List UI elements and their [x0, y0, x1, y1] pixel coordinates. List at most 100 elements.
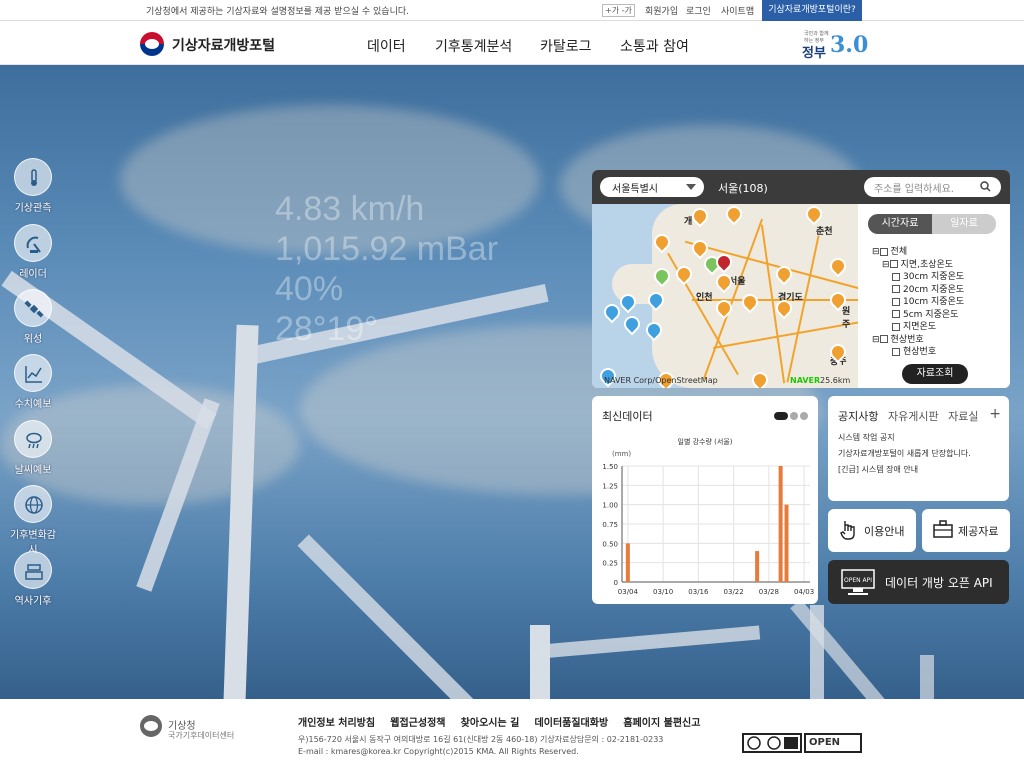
naver-logo: NAVER [790, 376, 821, 385]
map-label-incheon: 인천 [696, 293, 713, 303]
footer-address: 우)156-720 서울시 동작구 여의대방로 16길 61(신대방 2동 46… [298, 735, 664, 744]
map-toolbar: 서울특별시 서울(108) 주소를 입력하세요. [592, 170, 1010, 204]
footer-quality-link[interactable]: 데이터품질대화방 [535, 718, 609, 729]
latest-data-title: 최신데이터 [602, 410, 653, 423]
sidebar-item-climate-watch[interactable]: 기후변화감시 [10, 485, 56, 556]
footer-directions-link[interactable]: 찾아오시는 길 [461, 718, 520, 729]
top-notice: 기상청에서 제공하는 기상자료와 설명정보를 제공 받으실 수 있습니다. [146, 7, 410, 17]
station-label: 서울(108) [718, 182, 768, 195]
sidebar-item-observation[interactable]: 기상관측 [10, 158, 56, 214]
x-tick-label: 03/16 [688, 588, 709, 596]
tab-notice[interactable]: 공지사항 [838, 410, 878, 423]
creative-commons-icon [742, 733, 802, 753]
weather-humidity: 40% [275, 270, 344, 308]
tree-item[interactable]: 30cm 지중온도 [872, 271, 964, 284]
tree-item[interactable]: 현상번호 [872, 346, 964, 359]
line-chart-icon [14, 354, 52, 392]
latest-data-panel: 최신데이터 일별 강수량 (서울) (mm) 0 0.25 0.50 0.75 1.00 1.… [592, 396, 818, 604]
tree-item[interactable]: ⊟ 전체 [872, 246, 964, 259]
sitemap-link[interactable]: 사이트맵 [721, 4, 754, 17]
y-tick-label: 0 [614, 579, 618, 587]
radar-icon [14, 224, 52, 262]
sidebar-item-radar[interactable]: 레이더 [10, 224, 56, 280]
portal-intro-button[interactable]: 기상자료개방포털이란? [762, 0, 862, 21]
tab-archive[interactable]: 자료실 [948, 410, 978, 423]
tree-item[interactable]: ⊟ 현상번호 [872, 334, 964, 347]
chart-title: 일별 강수량 (서울) [678, 437, 733, 446]
open-api-button[interactable]: OPEN API 데이터 개방 오픈 API [828, 560, 1009, 604]
data-tree: 시간자료 일자료 ⊟ 전체 ⊟ 지면,초상온도 30cm 지중온도 20cm 지중온… [858, 204, 1010, 388]
font-size-control[interactable]: +가 -가 [602, 4, 635, 17]
sidebar-item-historical-climate[interactable]: 역사기후 [10, 551, 56, 607]
weather-temp: 28°19° [275, 310, 378, 348]
x-tick-label: 03/28 [759, 588, 779, 596]
usage-guide-button[interactable]: 이용안내 [828, 509, 916, 552]
map-scale: 25.6km [820, 376, 851, 385]
view-data-button[interactable]: 자료조회 [902, 364, 968, 384]
notice-item[interactable]: 기상자료개방포털이 새롭게 단장합니다. [838, 446, 971, 462]
x-tick-label: 03/10 [653, 588, 673, 596]
tab-daily[interactable]: 일자료 [932, 214, 996, 234]
notice-item[interactable]: 시스템 작업 공지 [838, 430, 971, 446]
svg-text:OPEN API: OPEN API [844, 577, 872, 584]
globe-icon [14, 485, 52, 523]
sidebar-item-satellite[interactable]: 위성 [10, 289, 56, 345]
tree-item[interactable]: 5cm 지중온도 [872, 309, 964, 322]
precip-chart: 일별 강수량 (서울) (mm) 0 0.25 0.50 0.75 1.00 1.25 1.50… [592, 432, 818, 604]
notice-panel: 공지사항 자유게시판 자료실 + 시스템 작업 공지 기상자료개방포털이 새롭게… [828, 396, 1009, 501]
monitor-icon: OPEN API [841, 569, 875, 595]
nav-data[interactable]: 데이터 [367, 36, 406, 56]
data-type-tabs: 시간자료 일자료 [868, 214, 996, 234]
portal-logo-text[interactable]: 기상자료개방포털 [172, 35, 275, 55]
tree-item[interactable]: 지면온도 [872, 321, 964, 334]
hand-pointer-icon [840, 521, 855, 540]
tree-item[interactable]: ⊟ 지면,초상온도 [872, 259, 964, 272]
carousel-dots[interactable] [772, 410, 808, 423]
x-tick-label: 04/03 [794, 588, 814, 596]
tree-item[interactable]: 20cm 지중온도 [872, 284, 964, 297]
tab-free-board[interactable]: 자유게시판 [888, 410, 939, 423]
footer-report-link[interactable]: 홈페이지 불편신고 [623, 718, 700, 729]
nav-community[interactable]: 소통과 참여 [620, 36, 689, 56]
region-select[interactable]: 서울특별시 [600, 177, 704, 197]
weather-pressure: 1,015.92 mBar [275, 230, 499, 268]
search-icon[interactable] [980, 181, 991, 192]
map-panel: 서울특별시 서울(108) 주소를 입력하세요. 개 서울 인천 경기도 춘천 … [592, 170, 1010, 388]
x-tick-label: 03/22 [724, 588, 744, 596]
notice-item[interactable]: [긴급] 시스템 장애 안내 [838, 462, 971, 478]
open-license-badge: OPEN [804, 733, 862, 753]
kma-logo[interactable] [140, 32, 164, 56]
x-tick-label: 03/04 [618, 588, 639, 596]
tree-item[interactable]: 10cm 지중온도 [872, 296, 964, 309]
address-search-input[interactable]: 주소를 입력하세요. [864, 177, 1001, 197]
chart-ylabel: (mm) [612, 450, 631, 458]
element-tree: ⊟ 전체 ⊟ 지면,초상온도 30cm 지중온도 20cm 지중온도 10cm 지중… [872, 246, 964, 359]
chevron-down-icon [686, 184, 696, 190]
signup-link[interactable]: 회원가입 [645, 4, 678, 17]
nav-climate-stats[interactable]: 기후통계분석 [435, 36, 512, 56]
y-tick-label: 0.25 [602, 560, 618, 568]
more-icon[interactable]: + [989, 406, 1001, 422]
footer-privacy-link[interactable]: 개인정보 처리방침 [298, 718, 375, 729]
precip-bar [784, 504, 789, 582]
provided-data-button[interactable]: 제공자료 [922, 509, 1010, 552]
briefcase-icon [933, 520, 953, 538]
map-label-wonju: 원주 [842, 307, 851, 330]
sidebar-item-numerical-forecast[interactable]: 수치예보 [10, 354, 56, 410]
map-credit: NAVER Corp/OpenStreetMap [604, 376, 718, 385]
satellite-icon [14, 289, 52, 327]
y-tick-label: 1.50 [602, 463, 618, 471]
footer-center: 국가기후데이터센터 [168, 731, 235, 740]
y-tick-label: 0.50 [602, 540, 618, 548]
cloud-rain-icon [14, 420, 52, 458]
y-tick-label: 1.25 [602, 482, 618, 490]
sidebar-item-weather-forecast[interactable]: 날씨예보 [10, 420, 56, 476]
tab-hourly[interactable]: 시간자료 [868, 214, 932, 234]
top-utility-bar: 기상청에서 제공하는 기상자료와 설명정보를 제공 받으실 수 있습니다. +가… [0, 0, 1024, 21]
thermometer-icon [14, 158, 52, 196]
station-map[interactable]: 개 서울 인천 경기도 춘천 원주 충주 NAVER Corp/OpenStre… [592, 204, 858, 388]
login-link[interactable]: 로그인 [686, 4, 711, 17]
footer-accessibility-link[interactable]: 웹접근성정책 [390, 718, 445, 729]
footer-copyright: E-mail : kmares@korea.kr Copyright(c)201… [298, 747, 579, 756]
nav-catalog[interactable]: 카탈로그 [540, 36, 592, 56]
